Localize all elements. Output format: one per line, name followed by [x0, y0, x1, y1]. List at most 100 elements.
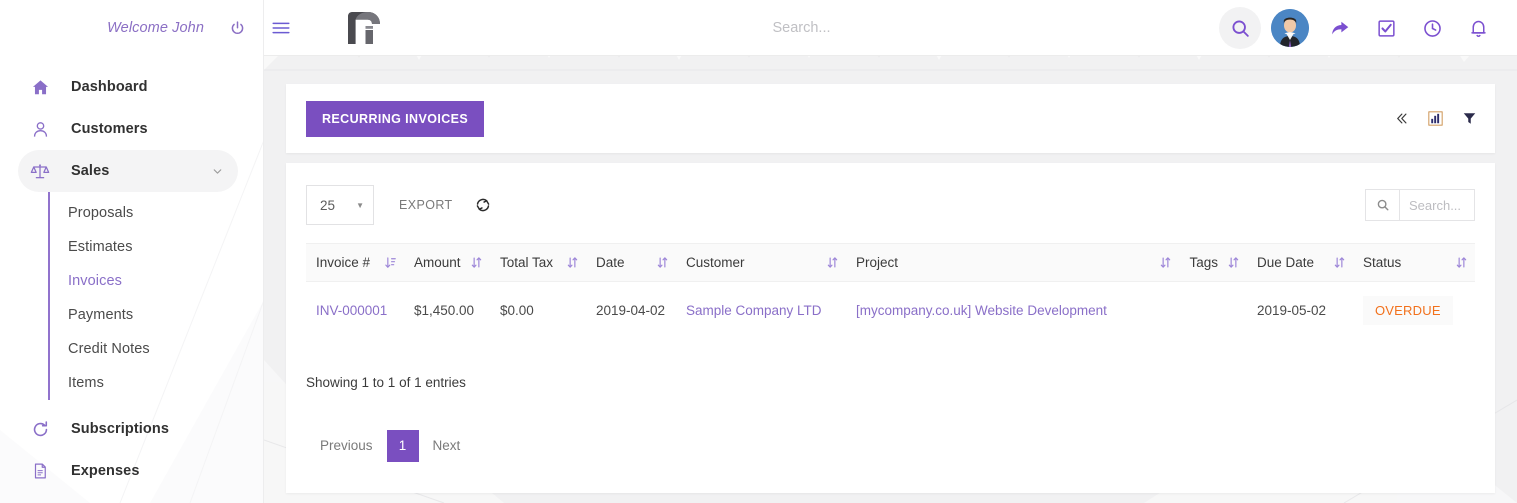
sort-icon: [1334, 256, 1345, 269]
power-icon[interactable]: [224, 15, 250, 41]
app-logo[interactable]: [344, 8, 384, 48]
refresh-icon: [27, 420, 53, 439]
column-label: Tags: [1189, 255, 1218, 270]
column-label: Status: [1363, 255, 1402, 270]
sidebar-subitem-payments[interactable]: Payments: [48, 298, 264, 332]
status-badge: OVERDUE: [1363, 296, 1453, 325]
sidebar-item-sales[interactable]: Sales: [18, 150, 238, 192]
avatar[interactable]: [1271, 9, 1309, 47]
project-link[interactable]: [mycompany.co.uk] Website Development: [856, 303, 1107, 318]
column-label: Date: [596, 255, 625, 270]
user-icon: [27, 120, 53, 139]
collapse-icon[interactable]: [1394, 111, 1409, 126]
sidebar-top: Welcome John: [0, 0, 264, 56]
invoice-link[interactable]: INV-000001: [316, 303, 387, 318]
invoices-table: Invoice # Amount Total Tax Date Customer…: [306, 243, 1475, 339]
column-label: Due Date: [1257, 255, 1315, 270]
sidebar: Welcome John Dashboard Customers Sales P…: [0, 0, 264, 503]
entries-info: Showing 1 to 1 of 1 entries: [306, 375, 466, 390]
chevron-down-icon: ▼: [356, 200, 364, 210]
sidebar-item-subscriptions[interactable]: Subscriptions: [18, 408, 238, 450]
main-content: RECURRING INVOICES 25 ▼ EXPORT Search...…: [264, 56, 1517, 503]
column-project[interactable]: Project: [846, 243, 1180, 282]
sort-icon: [657, 256, 668, 269]
bell-icon[interactable]: [1457, 7, 1499, 49]
invoices-table-card: 25 ▼ EXPORT Search... Invoice # Amount T…: [286, 163, 1495, 493]
column-date[interactable]: Date: [586, 243, 676, 282]
pagination-page-1[interactable]: 1: [386, 430, 419, 462]
sidebar-item-customers[interactable]: Customers: [18, 108, 238, 150]
topbar: [264, 0, 1517, 56]
sidebar-subitem-invoices[interactable]: Invoices: [48, 264, 264, 298]
table-search-input[interactable]: [1399, 189, 1475, 221]
filter-icon[interactable]: [1462, 111, 1477, 126]
pagination-previous[interactable]: Previous: [306, 430, 387, 462]
sort-icon: [567, 256, 578, 269]
cell-project: [mycompany.co.uk] Website Development: [846, 282, 1179, 340]
sidebar-item-dashboard[interactable]: Dashboard: [18, 66, 238, 108]
table-body: INV-000001 $1,450.00 $0.00 2019-04-02 Sa…: [306, 282, 1475, 340]
export-button[interactable]: EXPORT: [399, 198, 453, 212]
column-tags[interactable]: Tags: [1179, 243, 1247, 282]
column-amount[interactable]: Amount: [404, 243, 490, 282]
customer-link[interactable]: Sample Company LTD: [686, 303, 822, 318]
column-label: Total Tax: [500, 255, 554, 270]
cell-total-tax: $0.00: [500, 303, 534, 318]
chart-icon[interactable]: [1427, 110, 1444, 127]
card-header: RECURRING INVOICES: [286, 84, 1495, 153]
sidebar-item-label: Dashboard: [71, 79, 148, 95]
hamburger-icon[interactable]: [264, 11, 298, 45]
sidebar-subitem-proposals[interactable]: Proposals: [48, 196, 264, 230]
column-customer[interactable]: Customer: [676, 243, 846, 282]
sidebar-subitem-estimates[interactable]: Estimates: [48, 230, 264, 264]
search-icon[interactable]: [1365, 189, 1399, 221]
cell-customer: Sample Company LTD: [676, 282, 846, 340]
table-head: Invoice # Amount Total Tax Date Customer…: [306, 243, 1475, 282]
sidebar-subnav-sales: Proposals Estimates Invoices Payments Cr…: [48, 192, 264, 408]
sidebar-item-label: Expenses: [71, 463, 140, 479]
search-icon[interactable]: [1219, 7, 1261, 49]
refresh-icon[interactable]: [475, 197, 491, 213]
table-row[interactable]: INV-000001 $1,450.00 $0.00 2019-04-02 Sa…: [306, 282, 1475, 340]
pagination: Previous 1 Next: [306, 430, 1475, 462]
table-header-row: Invoice # Amount Total Tax Date Customer…: [306, 243, 1475, 282]
column-label: Customer: [686, 255, 745, 270]
global-search: [384, 20, 1219, 36]
checkbox-icon[interactable]: [1365, 7, 1407, 49]
document-icon: [27, 462, 53, 480]
column-invoice[interactable]: Invoice #: [306, 243, 404, 282]
sidebar-item-expenses[interactable]: Expenses: [18, 450, 238, 492]
welcome-text: Welcome John: [107, 20, 204, 36]
cell-due-date: 2019-05-02: [1257, 303, 1327, 318]
sort-icon: [471, 256, 482, 269]
sort-icon: [827, 256, 838, 269]
sidebar-nav: Dashboard Customers Sales Proposals Esti…: [0, 56, 264, 492]
card-header-tools: [1394, 110, 1477, 127]
page-header-card: RECURRING INVOICES: [286, 84, 1495, 153]
chevron-down-icon: [211, 165, 224, 178]
column-label: Amount: [414, 255, 461, 270]
page-length-select[interactable]: 25 ▼: [306, 185, 374, 225]
share-arrow-icon[interactable]: [1319, 7, 1361, 49]
column-total-tax[interactable]: Total Tax: [490, 243, 586, 282]
search-input[interactable]: [591, 20, 1012, 36]
clock-icon[interactable]: [1411, 7, 1453, 49]
cell-date: 2019-04-02: [596, 303, 666, 318]
column-status[interactable]: Status: [1353, 243, 1475, 282]
cell-status: OVERDUE: [1353, 282, 1475, 340]
scales-icon: [27, 161, 53, 181]
topbar-icons: [1219, 7, 1517, 49]
column-due-date[interactable]: Due Date: [1247, 243, 1353, 282]
table-search: [1365, 189, 1475, 221]
cell-amount: $1,450.00: [414, 303, 475, 318]
page-length-value: 25: [320, 197, 336, 213]
recurring-invoices-button[interactable]: RECURRING INVOICES: [306, 100, 485, 137]
sidebar-subitem-items[interactable]: Items: [48, 366, 264, 400]
sort-icon: [1160, 256, 1171, 269]
table-footer: Showing 1 to 1 of 1 entries: [306, 375, 1475, 390]
sidebar-item-label: Sales: [71, 163, 110, 179]
column-label: Invoice #: [316, 255, 371, 270]
cell-invoice: INV-000001: [306, 282, 404, 340]
sidebar-subitem-credit-notes[interactable]: Credit Notes: [48, 332, 264, 366]
pagination-next[interactable]: Next: [419, 430, 475, 462]
